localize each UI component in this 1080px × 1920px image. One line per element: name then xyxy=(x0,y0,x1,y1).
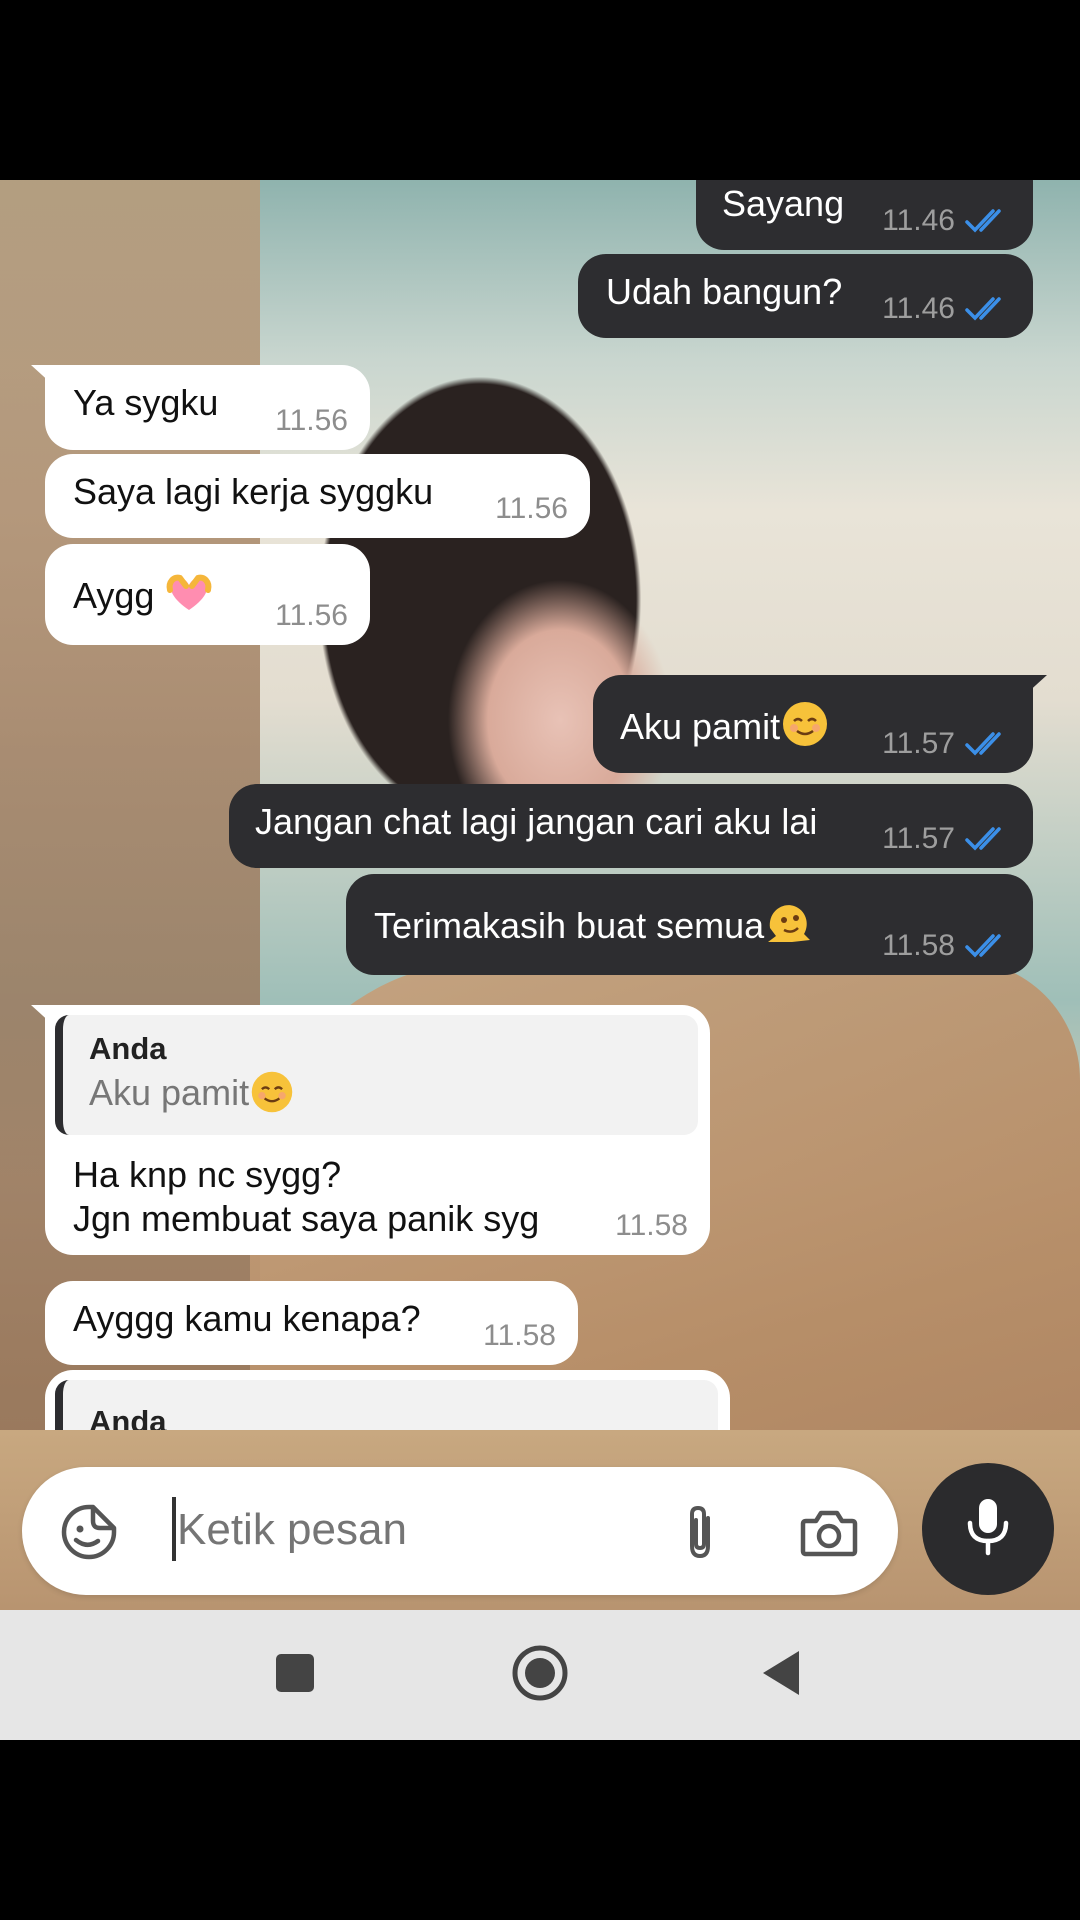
message-meta: 11.57 xyxy=(882,824,1011,854)
double-tick-icon xyxy=(965,296,1011,322)
message-meta: 11.58 xyxy=(882,931,1011,961)
message-bubble-outgoing[interactable]: Udah bangun? 11.46 xyxy=(578,254,1033,338)
attach-icon[interactable] xyxy=(674,1497,726,1567)
message-text: Aygg xyxy=(73,575,155,616)
bottom-letterbox xyxy=(0,1740,1080,1920)
message-text: Aku pamit xyxy=(620,706,781,747)
message-text: Terimakasih buat semua xyxy=(374,905,765,946)
message-time: 11.57 xyxy=(882,822,955,855)
melting-face-emoji xyxy=(764,898,814,948)
camera-icon[interactable] xyxy=(798,1503,860,1561)
message-time: 11.58 xyxy=(615,1209,688,1242)
home-circle-icon xyxy=(511,1644,569,1707)
message-meta: 11.58 xyxy=(615,1211,688,1241)
message-list: Sayang 11.46 Udah bangun? 11.46 Ya sygku xyxy=(0,180,1080,1610)
message-meta: 11.56 xyxy=(495,494,568,524)
message-input[interactable] xyxy=(177,1497,677,1563)
quoted-text: Aku pamit xyxy=(89,1072,250,1113)
message-bubble-incoming[interactable]: Saya lagi kerja syggku 11.56 xyxy=(45,454,590,538)
message-meta: 11.56 xyxy=(275,406,348,436)
message-meta: 11.58 xyxy=(483,1321,556,1351)
quoted-author: Anda xyxy=(89,1031,167,1066)
message-time: 11.57 xyxy=(882,727,955,760)
message-time: 11.46 xyxy=(882,204,955,237)
message-bubble-incoming[interactable]: Ya sygku 11.56 xyxy=(31,365,370,450)
relieved-face-emoji xyxy=(249,1069,299,1119)
quoted-message[interactable]: Anda Aku pamit xyxy=(55,1015,698,1135)
text-cursor xyxy=(172,1497,176,1561)
system-navigation-bar xyxy=(0,1610,1080,1740)
reply-body: Ha knp nc sygg? Jgn membuat saya panik s… xyxy=(55,1153,698,1241)
mic-icon xyxy=(966,1497,1010,1562)
double-tick-icon xyxy=(965,826,1011,852)
message-bubble-incoming[interactable]: Aygg 11.56 xyxy=(45,544,370,645)
quoted-text-row: Aku pamit xyxy=(89,1069,676,1119)
message-bubble-outgoing[interactable]: Terimakasih buat semua 11.58 xyxy=(346,874,1033,975)
message-bubble-outgoing[interactable]: Jangan chat lagi jangan cari aku lai 11.… xyxy=(229,784,1033,868)
recents-square-icon xyxy=(274,1652,316,1699)
message-bubble-incoming[interactable]: Ayggg kamu kenapa? 11.58 xyxy=(45,1281,578,1365)
message-time: 11.56 xyxy=(275,404,348,437)
message-time: 11.46 xyxy=(882,292,955,325)
status-area xyxy=(0,0,1080,180)
sticker-icon[interactable] xyxy=(58,1501,120,1563)
double-tick-icon xyxy=(965,208,1011,234)
relieved-face-emoji xyxy=(780,699,830,749)
message-time: 11.56 xyxy=(275,599,348,632)
home-button[interactable] xyxy=(480,1610,600,1740)
message-meta: 11.56 xyxy=(275,601,348,631)
heart-hands-emoji xyxy=(164,568,214,618)
back-button[interactable] xyxy=(722,1610,842,1740)
recents-button[interactable] xyxy=(235,1610,355,1740)
message-time: 11.58 xyxy=(882,929,955,962)
message-bubble-outgoing[interactable]: Aku pamit 11.57 xyxy=(593,675,1047,773)
message-input-bar[interactable] xyxy=(22,1467,898,1595)
message-text-line: Ha knp nc sygg? xyxy=(73,1154,342,1195)
chat-wallpaper: Sayang 11.46 Udah bangun? 11.46 Ya sygku xyxy=(0,180,1080,1610)
double-tick-icon xyxy=(965,933,1011,959)
message-bubble-incoming-reply[interactable]: Anda Aku pamit Ha knp nc sygg? Jgn membu… xyxy=(31,1005,710,1255)
voice-record-button[interactable] xyxy=(922,1463,1054,1595)
message-text-line: Jgn membuat saya panik syg xyxy=(73,1198,540,1239)
message-bubble-outgoing[interactable]: Sayang 11.46 xyxy=(696,180,1033,250)
back-triangle-icon xyxy=(761,1649,803,1702)
message-meta: 11.46 xyxy=(882,206,1011,236)
message-time: 11.58 xyxy=(483,1319,556,1352)
double-tick-icon xyxy=(965,731,1011,757)
message-meta: 11.46 xyxy=(882,294,1011,324)
message-meta: 11.57 xyxy=(882,729,1011,759)
message-time: 11.56 xyxy=(495,492,568,525)
